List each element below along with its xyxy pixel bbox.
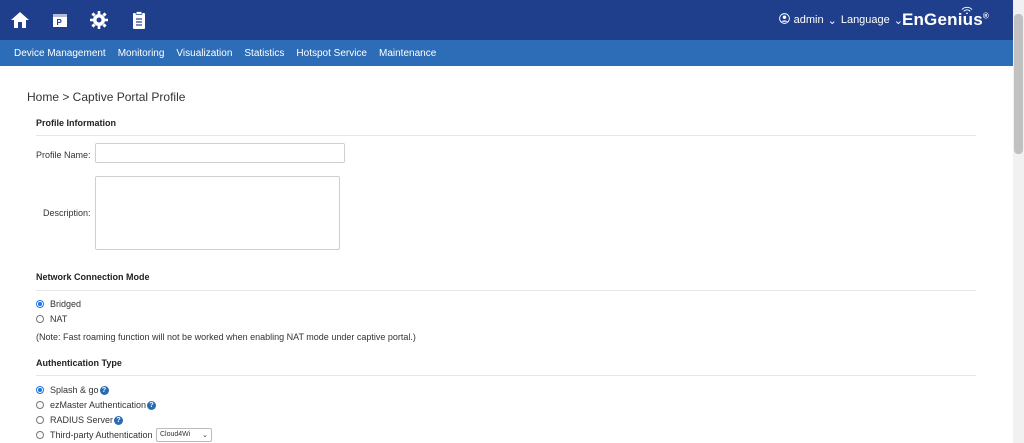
- user-icon: [778, 13, 790, 27]
- divider: [36, 290, 976, 291]
- nav-device-management[interactable]: Device Management: [14, 48, 106, 59]
- radio-label-ezmaster-auth: ezMaster Authentication?: [50, 400, 157, 411]
- user-menu[interactable]: admin: [794, 14, 824, 26]
- third-party-select[interactable]: Cloud4Wi ⌄: [156, 428, 212, 442]
- svg-text:P: P: [57, 18, 63, 27]
- clipboard-icon[interactable]: [129, 10, 149, 30]
- nat-note: (Note: Fast roaming function will not be…: [36, 332, 416, 342]
- radio-label-bridged: Bridged: [50, 299, 82, 309]
- nav-statistics[interactable]: Statistics: [244, 48, 284, 59]
- chevron-down-icon: ⌄: [202, 432, 208, 439]
- divider: [36, 135, 976, 136]
- top-bar: P admin ⌄ Language ⌄ EnGenius®: [0, 0, 1013, 40]
- radio-label-third-party-auth: Third-party Authentication: [50, 430, 153, 440]
- nav-maintenance[interactable]: Maintenance: [379, 48, 436, 59]
- help-icon[interactable]: ?: [99, 386, 109, 396]
- radio-label-nat: NAT: [50, 314, 68, 324]
- nav-visualization[interactable]: Visualization: [176, 48, 232, 59]
- portal-icon[interactable]: P: [50, 10, 70, 30]
- section-title-profile: Profile Information: [36, 118, 117, 128]
- description-textarea[interactable]: [95, 176, 340, 250]
- brand-logo: EnGenius®: [901, 10, 989, 29]
- gear-icon[interactable]: [89, 10, 109, 30]
- user-area: admin ⌄ Language ⌄: [778, 13, 903, 27]
- language-menu[interactable]: Language: [841, 14, 890, 26]
- main-nav: Device Management Monitoring Visualizati…: [0, 40, 1013, 66]
- scrollbar-thumb[interactable]: [1014, 14, 1023, 154]
- description-label: Description:: [43, 208, 91, 218]
- breadcrumb: Home > Captive Portal Profile: [27, 90, 186, 104]
- radio-nat[interactable]: [36, 315, 44, 323]
- nav-hotspot-service[interactable]: Hotspot Service: [296, 48, 367, 59]
- scrollbar[interactable]: [1013, 0, 1024, 443]
- radio-label-splash-go: Splash & go?: [50, 385, 109, 396]
- section-title-auth: Authentication Type: [36, 358, 122, 368]
- home-icon[interactable]: [10, 10, 30, 30]
- radio-label-radius-server: RADIUS Server?: [50, 415, 124, 426]
- help-icon[interactable]: ?: [114, 416, 124, 426]
- radio-bridged[interactable]: [36, 300, 44, 308]
- radio-third-party-auth[interactable]: [36, 431, 44, 439]
- profile-name-label: Profile Name:: [36, 150, 91, 160]
- section-title-network: Network Connection Mode: [36, 272, 150, 282]
- chevron-down-icon: ⌄: [827, 14, 837, 27]
- nav-monitoring[interactable]: Monitoring: [118, 48, 165, 59]
- radio-radius-server[interactable]: [36, 416, 44, 424]
- radio-ezmaster-auth[interactable]: [36, 401, 44, 409]
- profile-name-input[interactable]: [95, 143, 345, 163]
- help-icon[interactable]: ?: [147, 401, 157, 411]
- divider: [36, 375, 976, 376]
- radio-splash-go[interactable]: [36, 386, 44, 394]
